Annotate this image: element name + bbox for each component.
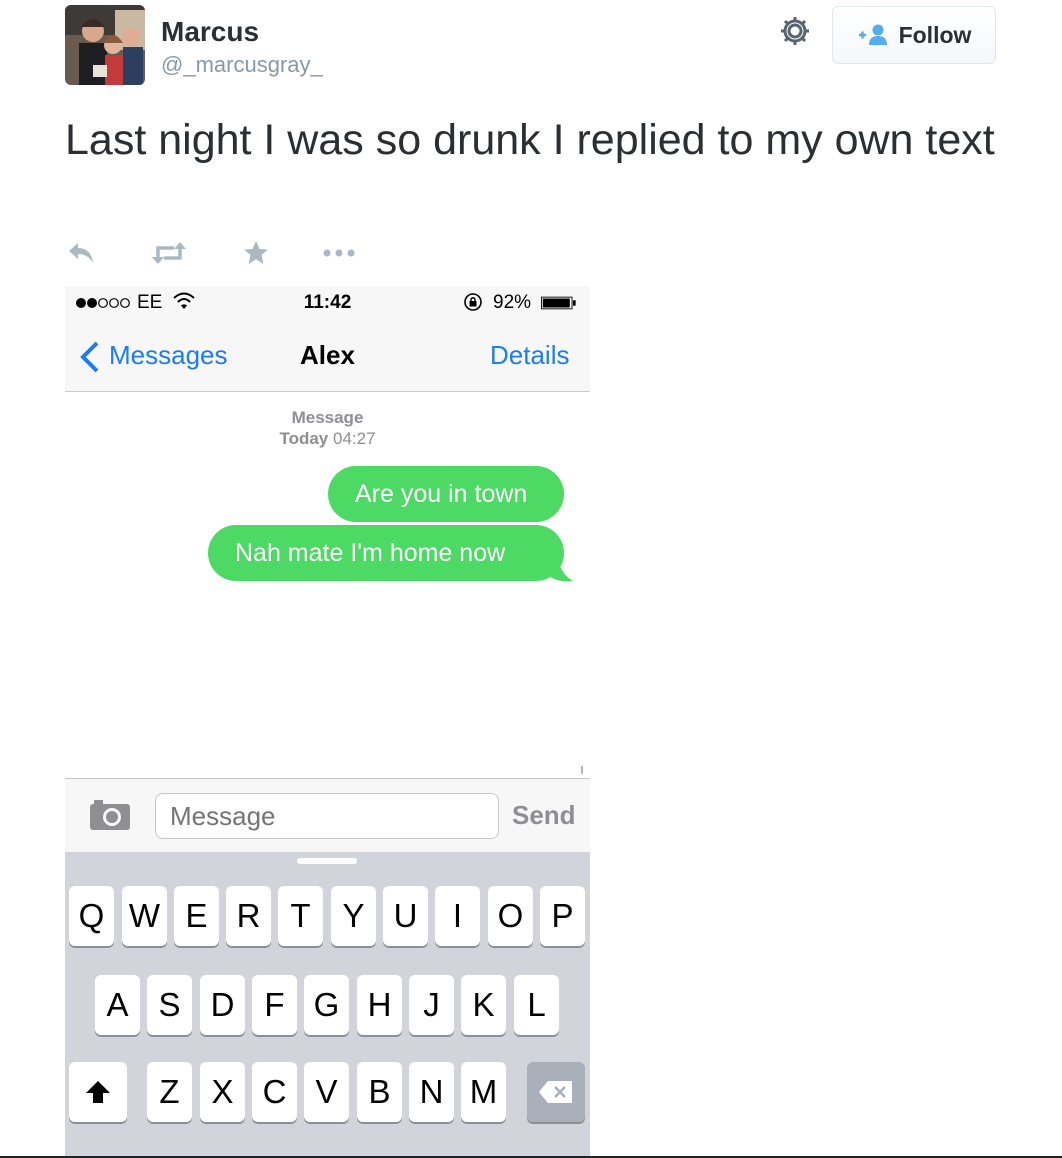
user-name[interactable]: Marcus [161, 16, 259, 48]
key-r[interactable]: R [226, 886, 271, 946]
add-user-icon [858, 24, 887, 45]
key-m[interactable]: M [461, 1062, 506, 1122]
battery-percent: 92% [493, 292, 532, 313]
messages-nav-bar: Messages Alex Details [65, 320, 590, 392]
thread-label: Message [291, 408, 364, 427]
timestamp-time: 04:27 [333, 429, 376, 448]
retweet-icon[interactable] [150, 240, 188, 266]
key-n[interactable]: N [409, 1062, 454, 1122]
embedded-screenshot[interactable]: EE 11:42 92% Messages Alex Details Messa… [65, 286, 590, 1158]
avatar-photo [65, 5, 145, 85]
key-i[interactable]: I [435, 886, 480, 946]
more-icon[interactable] [322, 240, 356, 266]
shift-key[interactable] [69, 1062, 127, 1122]
camera-icon[interactable] [89, 797, 131, 831]
bubble-tail [545, 553, 573, 582]
key-c[interactable]: C [252, 1062, 297, 1122]
key-z[interactable]: Z [147, 1062, 192, 1122]
key-p[interactable]: P [540, 886, 585, 946]
timestamp-day: Today [279, 429, 329, 448]
key-x[interactable]: X [200, 1062, 245, 1122]
key-d[interactable]: D [200, 975, 245, 1035]
thread-timestamp: Today 04:27 [65, 429, 590, 449]
send-button[interactable]: Send [512, 800, 576, 831]
key-g[interactable]: G [304, 975, 349, 1035]
keyboard: Q W E R T Y U I O P A S D F G H J K L Z … [65, 852, 590, 1158]
key-t[interactable]: T [278, 886, 323, 946]
key-o[interactable]: O [488, 886, 533, 946]
key-u[interactable]: U [383, 886, 428, 946]
key-h[interactable]: H [357, 975, 402, 1035]
delete-key[interactable] [527, 1062, 585, 1122]
shift-arrow-icon [86, 1081, 110, 1103]
avatar[interactable] [65, 5, 145, 85]
key-a[interactable]: A [95, 975, 140, 1035]
gear-icon[interactable] [778, 14, 812, 48]
key-s[interactable]: S [147, 975, 192, 1035]
key-y[interactable]: Y [331, 886, 376, 946]
status-bar: EE 11:42 92% [65, 286, 590, 320]
reply-icon[interactable] [66, 240, 96, 266]
key-k[interactable]: K [461, 975, 506, 1035]
follow-button[interactable]: Follow [832, 6, 996, 64]
follow-label: Follow [898, 21, 972, 48]
key-w[interactable]: W [122, 886, 167, 946]
key-j[interactable]: J [409, 975, 454, 1035]
rotation-lock-icon [464, 293, 482, 311]
key-b[interactable]: B [357, 1062, 402, 1122]
key-q[interactable]: Q [69, 886, 114, 946]
key-f[interactable]: F [252, 975, 297, 1035]
details-button[interactable]: Details [490, 340, 569, 371]
backspace-icon [539, 1081, 572, 1103]
favorite-icon[interactable] [243, 240, 269, 266]
message-bubble[interactable]: Are you in town [328, 466, 564, 522]
tweet-text: Last night I was so drunk I replied to m… [65, 116, 995, 164]
battery-icon [541, 296, 576, 310]
scroll-indicator[interactable] [581, 766, 583, 774]
key-l[interactable]: L [514, 975, 559, 1035]
user-handle[interactable]: @_marcusgray_ [161, 52, 323, 78]
message-input-bar: Send [65, 778, 590, 853]
keyboard-handle[interactable] [297, 858, 357, 864]
message-input[interactable] [155, 793, 499, 839]
key-e[interactable]: E [174, 886, 219, 946]
key-v[interactable]: V [304, 1062, 349, 1122]
message-bubble[interactable]: Nah mate I'm home now [208, 525, 564, 581]
